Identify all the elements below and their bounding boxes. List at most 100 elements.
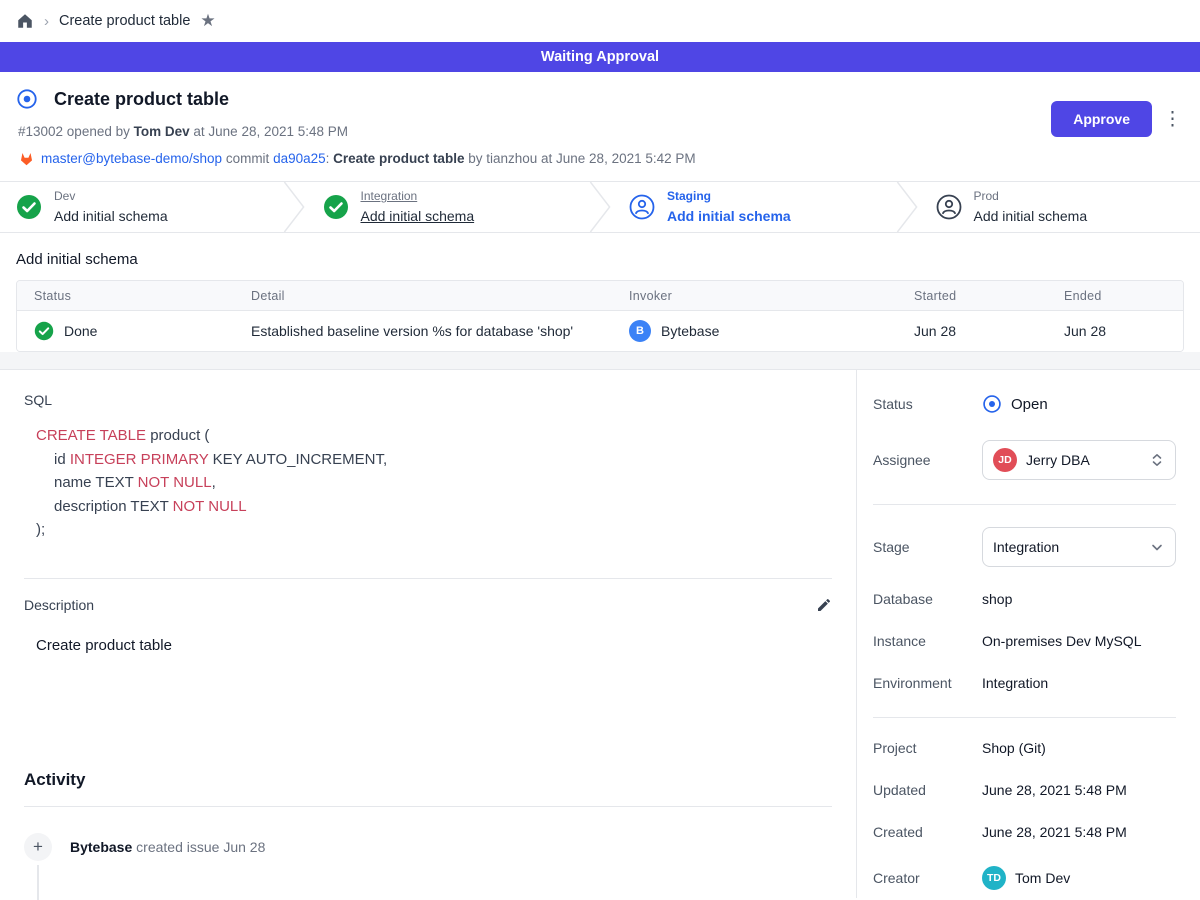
updated-label: Updated <box>873 782 982 798</box>
assignee-value: Jerry DBA <box>1026 452 1090 468</box>
assignee-select[interactable]: JD Jerry DBA <box>982 440 1176 480</box>
breadcrumb: › Create product table ★ <box>0 0 1200 42</box>
stage-select[interactable]: Integration <box>982 527 1176 567</box>
more-actions-icon[interactable]: ⋮ <box>1163 102 1182 136</box>
stage-prod[interactable]: Prod Add initial schema <box>920 182 1200 232</box>
stage-separator-icon <box>587 182 613 232</box>
activity-heading: Activity <box>24 770 832 790</box>
done-check-icon <box>34 321 54 341</box>
commit-text: master@bytebase-demo/shop commit da90a25… <box>41 151 696 166</box>
status-open-icon <box>982 394 1002 414</box>
stage-task-label[interactable]: Add initial schema <box>361 206 475 226</box>
stage-env-label: Prod <box>974 188 1088 205</box>
issue-opened-time: at June 28, 2021 5:48 PM <box>193 124 348 139</box>
col-detail: Detail <box>234 289 612 303</box>
approve-button[interactable]: Approve <box>1051 101 1152 137</box>
sql-line: name TEXT NOT NULL, <box>36 471 832 495</box>
task-detail: Established baseline version %s for data… <box>234 323 612 339</box>
assignee-row: Assignee JD Jerry DBA <box>873 440 1176 480</box>
sql-line: CREATE TABLE product ( <box>36 424 832 448</box>
updated-row: Updated June 28, 2021 5:48 PM <box>873 782 1176 798</box>
created-label: Created <box>873 824 982 840</box>
description-text: Create product table <box>36 637 832 654</box>
environment-row: Environment Integration <box>873 675 1176 691</box>
stage-done-icon <box>323 194 349 220</box>
project-label: Project <box>873 740 982 756</box>
task-started: Jun 28 <box>897 323 1047 339</box>
stage-env-label: Dev <box>54 188 168 205</box>
stage-task-label: Add initial schema <box>54 206 168 226</box>
database-label: Database <box>873 591 982 607</box>
sql-line: ); <box>36 518 832 542</box>
repo-link[interactable]: master@bytebase-demo/shop <box>41 151 222 166</box>
stage-env-label[interactable]: Integration <box>361 188 475 205</box>
updown-chevron-icon <box>1149 452 1165 468</box>
task-ended: Jun 28 <box>1047 323 1183 339</box>
activity-actor: Bytebase <box>70 839 132 855</box>
chevron-down-icon <box>1149 539 1165 555</box>
instance-row: Instance On-premises Dev MySQL <box>873 633 1176 649</box>
divider <box>24 578 832 579</box>
col-started: Started <box>897 289 1047 303</box>
table-header: Status Detail Invoker Started Ended <box>17 281 1183 311</box>
created-value: June 28, 2021 5:48 PM <box>982 824 1127 840</box>
stage-pending-approval-icon <box>936 194 962 220</box>
stage-dev[interactable]: Dev Add initial schema <box>0 182 281 232</box>
stage-label: Stage <box>873 539 982 555</box>
activity-action: created issue Jun 28 <box>136 839 265 855</box>
commit-word: commit <box>226 151 270 166</box>
home-icon[interactable] <box>16 12 34 30</box>
task-status: Done <box>64 323 97 339</box>
stage-done-icon <box>16 194 42 220</box>
task-section: Add initial schema Status Detail Invoker… <box>0 233 1200 352</box>
updated-value: June 28, 2021 5:48 PM <box>982 782 1127 798</box>
invoker-avatar: B <box>629 320 651 342</box>
description-label: Description <box>24 597 94 613</box>
assignee-avatar: JD <box>993 448 1017 472</box>
commit-message: Create product table <box>333 151 464 166</box>
bookmark-star-icon[interactable]: ★ <box>200 11 215 31</box>
database-value: shop <box>982 591 1012 607</box>
status-row: Status Open <box>873 394 1176 414</box>
task-table: Status Detail Invoker Started Ended Done… <box>16 280 1184 352</box>
breadcrumb-page-title: Create product table <box>59 13 190 29</box>
activity-item: + Bytebase created issue Jun 28 <box>24 833 832 861</box>
status-label: Status <box>873 396 982 412</box>
stage-value: Integration <box>993 539 1059 555</box>
project-value: Shop (Git) <box>982 740 1046 756</box>
created-row: Created June 28, 2021 5:48 PM <box>873 824 1176 840</box>
stage-env-label: Staging <box>667 188 791 205</box>
project-row: Project Shop (Git) <box>873 740 1176 756</box>
issue-id-opened: #13002 opened by <box>18 124 130 139</box>
main-column: SQL CREATE TABLE product ( id INTEGER PR… <box>0 370 856 898</box>
stage-separator-icon <box>281 182 307 232</box>
pipeline: Dev Add initial schema Integration Add i… <box>0 181 1200 233</box>
commit-hash-link[interactable]: da90a25 <box>273 151 326 166</box>
divider <box>24 806 832 807</box>
edit-pencil-icon[interactable] <box>816 597 832 613</box>
add-comment-icon[interactable]: + <box>24 833 52 861</box>
table-row: Done Established baseline version %s for… <box>17 311 1183 351</box>
task-invoker: Bytebase <box>661 323 719 339</box>
sidebar-divider <box>873 504 1176 505</box>
issue-title: Create product table <box>54 89 229 110</box>
instance-value: On-premises Dev MySQL <box>982 633 1141 649</box>
approval-banner: Waiting Approval <box>0 42 1200 72</box>
stage-staging[interactable]: Staging Add initial schema <box>613 182 894 232</box>
gitlab-icon <box>18 150 35 167</box>
creator-row: Creator TD Tom Dev <box>873 866 1176 890</box>
sql-code-block: CREATE TABLE product ( id INTEGER PRIMAR… <box>36 424 832 542</box>
issue-open-icon <box>16 88 38 110</box>
col-invoker: Invoker <box>612 289 897 303</box>
stage-separator-icon <box>894 182 920 232</box>
creator-avatar: TD <box>982 866 1006 890</box>
task-heading: Add initial schema <box>16 251 1184 268</box>
commit-sep: : <box>326 151 330 166</box>
creator-value: Tom Dev <box>1015 870 1070 886</box>
issue-sidebar: Status Open Assignee JD Jerry DBA <box>856 370 1200 898</box>
database-row: Database shop <box>873 591 1176 607</box>
stage-integration[interactable]: Integration Add initial schema <box>307 182 588 232</box>
commit-line: master@bytebase-demo/shop commit da90a25… <box>18 150 1184 167</box>
sql-label: SQL <box>24 392 832 408</box>
breadcrumb-separator-icon: › <box>44 13 49 30</box>
